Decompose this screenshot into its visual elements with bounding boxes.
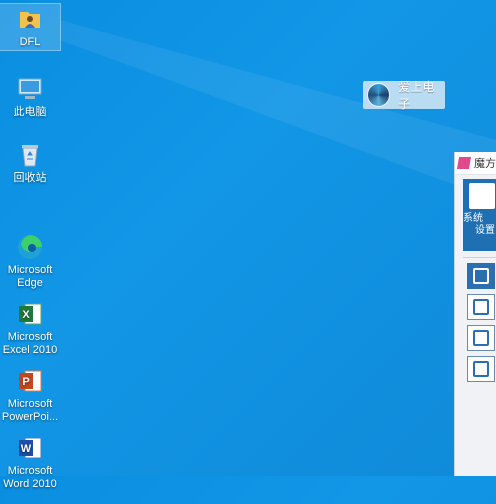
- settings-brush-icon: [469, 183, 495, 209]
- app-window[interactable]: 魔方 系统 设置: [454, 152, 496, 476]
- app-logo-icon: [456, 157, 472, 169]
- excel-icon: X: [15, 286, 45, 325]
- display-icon: [473, 330, 489, 346]
- app-title: 魔方: [474, 158, 496, 170]
- wallpaper-light-beam: [60, 20, 496, 200]
- side-button-tools[interactable]: [467, 263, 495, 289]
- svg-text:X: X: [22, 309, 30, 321]
- desktop-icon-label: 此电脑: [13, 106, 47, 118]
- edge-icon: [15, 219, 45, 259]
- desktop-icon-label: DFL: [19, 36, 41, 48]
- powerpoint-icon: P: [15, 353, 45, 392]
- desktop-icon-word[interactable]: W Microsoft Word 2010: [0, 407, 62, 504]
- desktop-icon-label: 回收站: [13, 172, 47, 184]
- info-icon: [473, 361, 489, 377]
- side-button-display[interactable]: [467, 325, 495, 351]
- svg-text:W: W: [21, 443, 32, 455]
- desktop-icon-dfl[interactable]: DFL: [0, 3, 61, 51]
- tile-label-line2: 设置: [475, 225, 495, 236]
- app-title-bar[interactable]: 魔方: [455, 152, 496, 175]
- tile-label-line1: 系统: [463, 213, 483, 224]
- divider: [463, 257, 496, 258]
- side-button-clean[interactable]: [467, 294, 495, 320]
- computer-icon: [15, 74, 45, 104]
- word-icon: W: [15, 420, 45, 459]
- tool-icon: [473, 268, 489, 284]
- disc-icon: [367, 83, 391, 107]
- monitor-clean-icon: [473, 299, 489, 315]
- recycle-bin-icon: [15, 140, 45, 170]
- floating-widget-label: 爱上电子: [398, 80, 435, 111]
- desktop-floating-widget[interactable]: 爱上电子: [363, 80, 445, 111]
- side-button-info[interactable]: [467, 356, 495, 382]
- desktop-icon-label: Microsoft Word 2010: [3, 465, 57, 490]
- svg-text:P: P: [22, 376, 29, 388]
- system-settings-tile[interactable]: 系统 设置: [463, 179, 496, 251]
- folder-user-icon: [15, 4, 45, 34]
- desktop-icon-this-pc[interactable]: 此电脑: [0, 74, 62, 119]
- desktop-icon-recycle-bin[interactable]: 回收站: [0, 140, 62, 185]
